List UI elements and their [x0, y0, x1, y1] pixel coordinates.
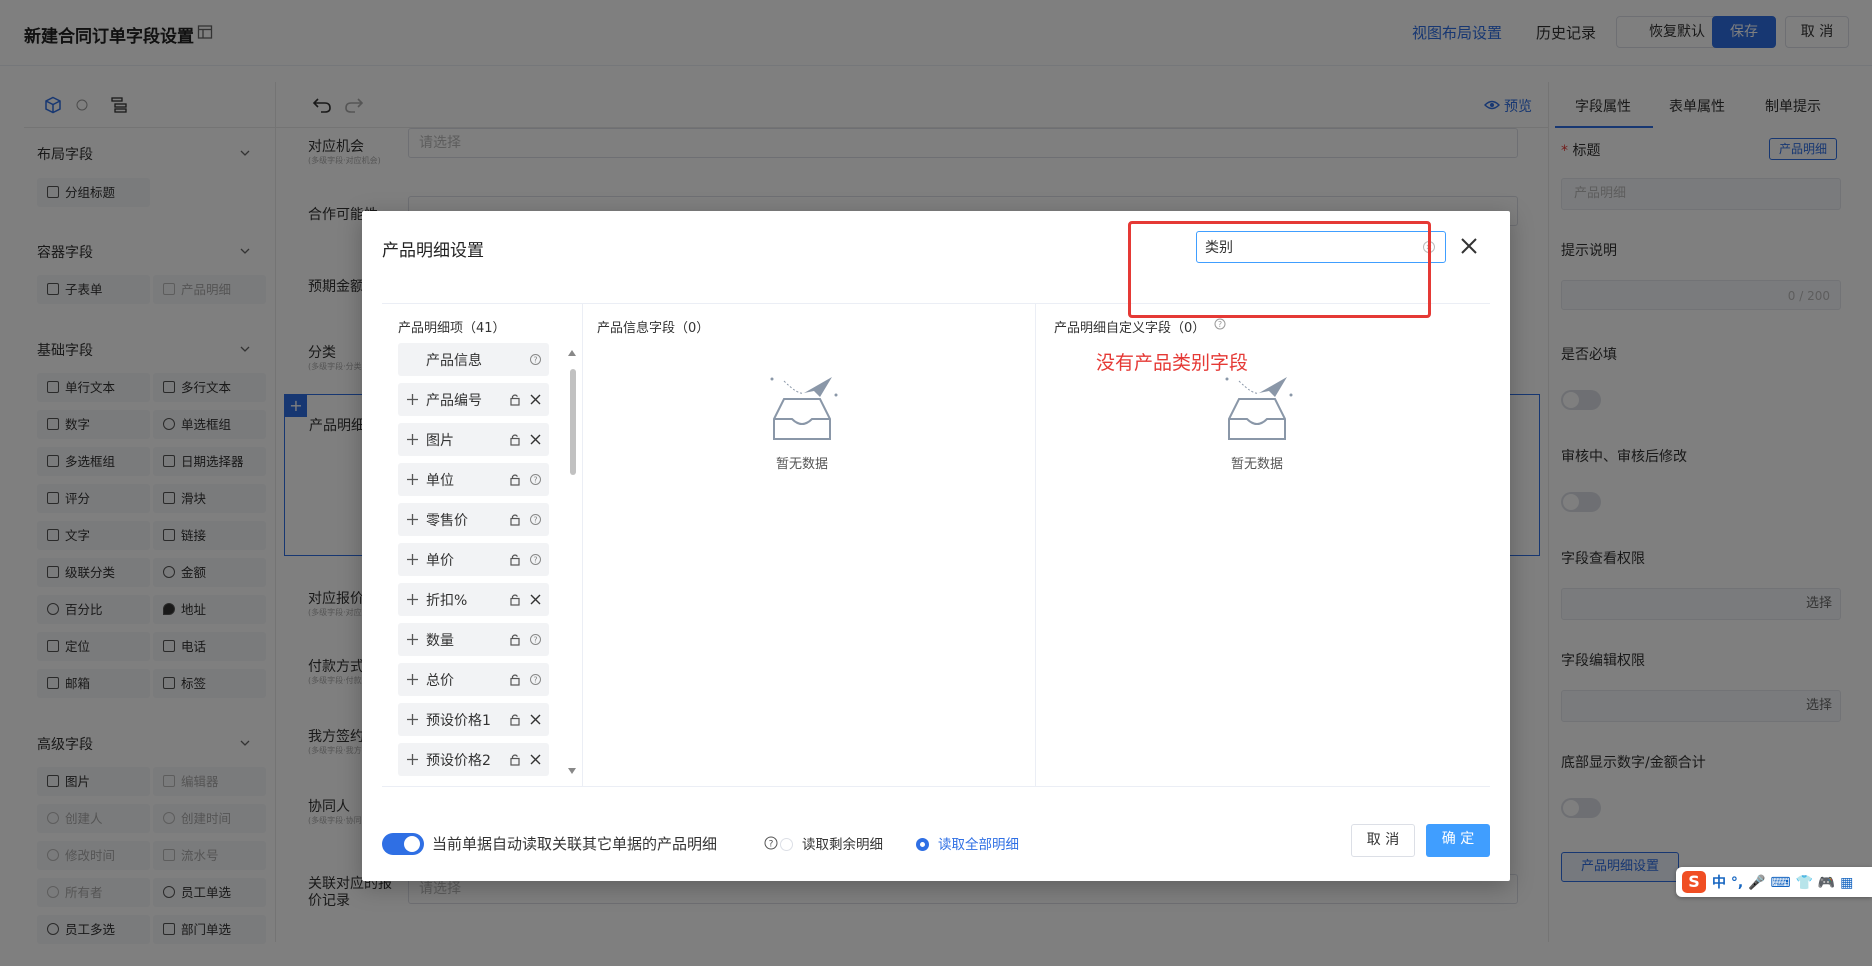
drag-handle-icon[interactable]	[406, 393, 419, 406]
drag-handle-icon[interactable]	[406, 553, 419, 566]
list-item[interactable]: 数量?	[398, 623, 549, 656]
close-icon[interactable]	[529, 713, 542, 726]
column-title-product-info: 产品信息字段（0）	[597, 321, 710, 336]
empty-state-product-info: 暂无数据	[757, 369, 847, 472]
list-item[interactable]: 产品信息?	[398, 343, 549, 376]
lock-icon[interactable]	[509, 513, 521, 526]
lock-icon[interactable]	[509, 593, 521, 606]
empty-text: 暂无数据	[775, 457, 828, 472]
help-icon[interactable]: ?	[764, 836, 778, 850]
lock-icon[interactable]	[509, 433, 521, 446]
list-item[interactable]: 预设价格2	[398, 743, 549, 776]
help-icon: ?	[530, 634, 541, 645]
column-title-custom-fields: 产品明细自定义字段（0）	[1054, 321, 1206, 336]
dialog-content-divider	[382, 786, 1490, 787]
close-icon[interactable]	[529, 753, 542, 766]
svg-text:?: ?	[533, 516, 537, 525]
lock-icon[interactable]	[509, 713, 521, 726]
dialog-cancel-button[interactable]: 取 消	[1351, 824, 1415, 857]
lock-icon[interactable]	[509, 473, 521, 486]
lock-icon[interactable]	[509, 673, 521, 686]
annotation-text: 没有产品类别字段	[1096, 352, 1249, 374]
read-remaining-label[interactable]: 读取剩余明细	[802, 833, 883, 853]
list-item[interactable]: 预设价格1	[398, 703, 549, 736]
close-icon[interactable]	[1458, 235, 1480, 257]
list-item[interactable]: 总价?	[398, 663, 549, 696]
help-icon: ?	[530, 474, 541, 485]
drag-handle-icon[interactable]	[406, 513, 419, 526]
drag-handle-icon[interactable]	[406, 753, 419, 766]
list-item[interactable]: 单价?	[398, 543, 549, 576]
close-icon[interactable]	[529, 433, 542, 446]
drag-handle-icon[interactable]	[406, 593, 419, 606]
help-icon: ?	[530, 514, 541, 525]
svg-text:?: ?	[533, 556, 537, 565]
empty-state-custom-fields: 暂无数据	[1212, 369, 1302, 472]
annotation-highlight-box	[1128, 221, 1431, 318]
read-all-label[interactable]: 读取全部明细	[938, 833, 1019, 853]
svg-text:?: ?	[533, 476, 537, 485]
help-icon[interactable]: ?	[1214, 318, 1226, 330]
help-icon: ?	[530, 354, 541, 365]
close-icon[interactable]	[529, 393, 542, 406]
svg-text:?: ?	[533, 636, 537, 645]
list-item[interactable]: 零售价?	[398, 503, 549, 536]
lock-icon[interactable]	[509, 633, 521, 646]
list-item[interactable]: 产品编号	[398, 383, 549, 416]
svg-text:?: ?	[533, 356, 537, 365]
svg-text:?: ?	[533, 676, 537, 685]
empty-box-icon	[770, 377, 838, 440]
auto-read-toggle[interactable]	[382, 833, 424, 855]
svg-text:?: ?	[769, 840, 774, 850]
empty-text: 暂无数据	[1230, 457, 1283, 472]
radio-read-all[interactable]	[916, 838, 929, 851]
close-icon[interactable]	[529, 593, 542, 606]
drag-handle-icon[interactable]	[406, 433, 419, 446]
column-title-detail-items: 产品明细项（41）	[398, 321, 506, 336]
sogou-logo-icon: S	[1682, 871, 1706, 893]
auto-read-label: 当前单据自动读取关联其它单据的产品明细	[432, 835, 718, 853]
lock-icon[interactable]	[509, 553, 521, 566]
dialog-confirm-button[interactable]: 确 定	[1426, 824, 1490, 857]
drag-handle-icon[interactable]	[406, 713, 419, 726]
drag-handle-icon[interactable]	[406, 673, 419, 686]
lock-icon[interactable]	[509, 393, 521, 406]
ime-status: 中 °, 🎤 ⌨ 👕 🎮 ▦	[1712, 875, 1854, 891]
empty-box-icon	[1225, 377, 1293, 440]
list-item[interactable]: 单位?	[398, 463, 549, 496]
dialog-title: 产品明细设置	[382, 241, 484, 261]
help-icon: ?	[530, 674, 541, 685]
ime-toolbar[interactable]: S 中 °, 🎤 ⌨ 👕 🎮 ▦	[1676, 867, 1872, 897]
column-separator	[582, 304, 583, 787]
scrollbar-thumb[interactable]	[570, 369, 576, 475]
list-item[interactable]: 折扣%	[398, 583, 549, 616]
radio-read-remaining[interactable]	[780, 838, 793, 851]
lock-icon[interactable]	[509, 753, 521, 766]
svg-text:?: ?	[1218, 320, 1222, 329]
drag-handle-icon[interactable]	[406, 473, 419, 486]
list-item[interactable]: 图片	[398, 423, 549, 456]
help-icon: ?	[530, 554, 541, 565]
drag-handle-icon[interactable]	[406, 633, 419, 646]
column-separator	[1035, 304, 1036, 787]
